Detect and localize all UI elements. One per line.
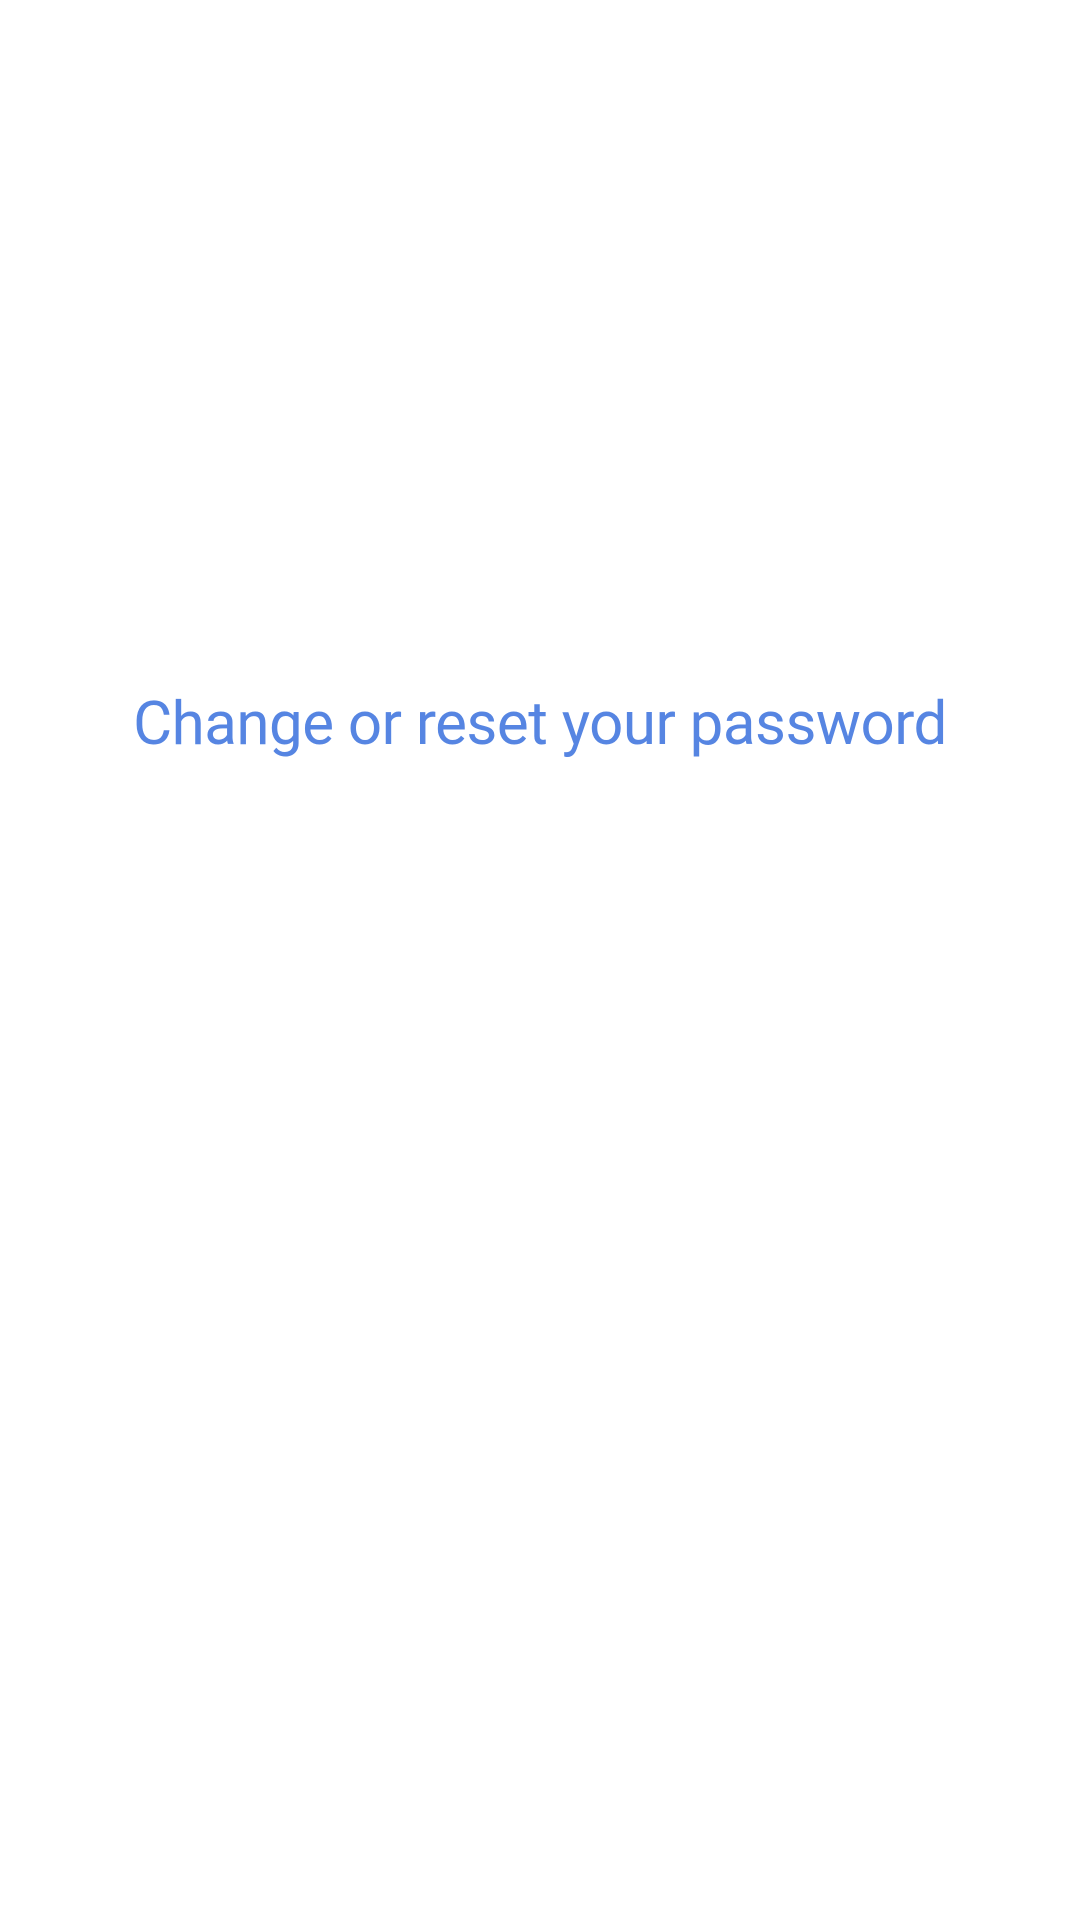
page-heading: Change or reset your password — [0, 688, 1080, 760]
